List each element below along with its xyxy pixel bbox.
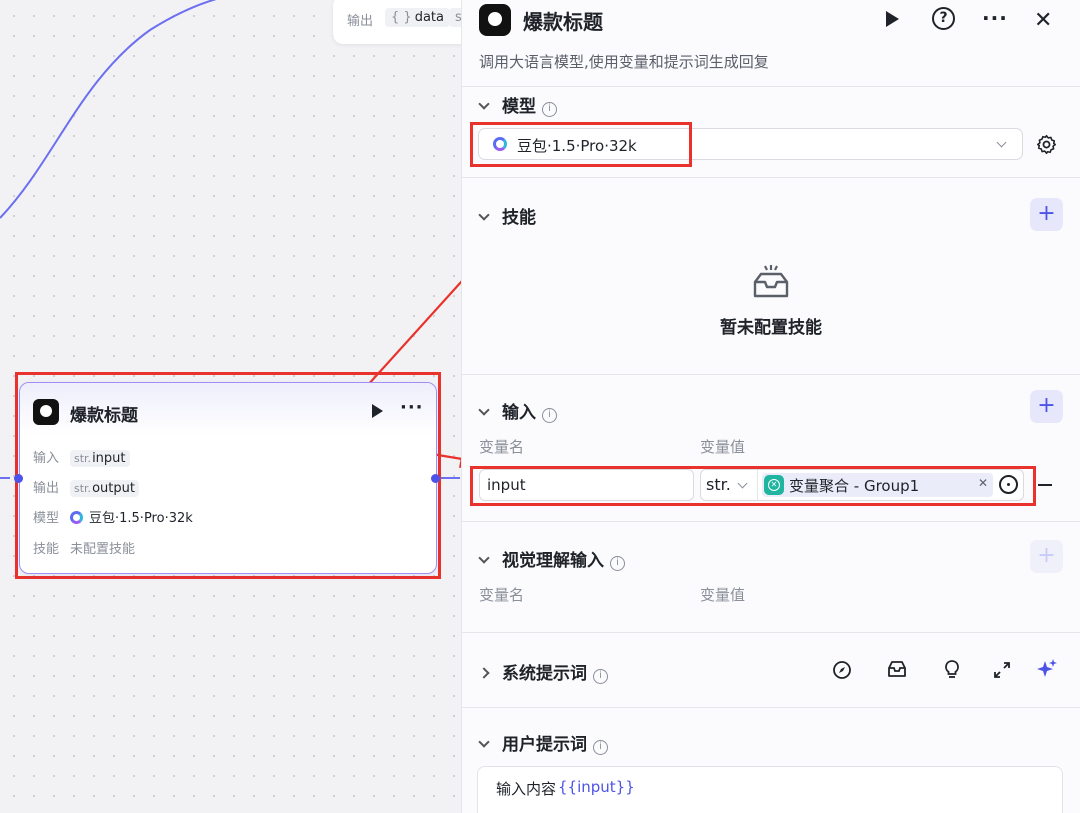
divider (462, 86, 1080, 87)
divider (462, 177, 1080, 178)
node-skills-label: 技能 (33, 542, 60, 557)
node-output-row: 输出 str.output (33, 477, 139, 497)
add-vision-input-button[interactable]: + (1030, 540, 1063, 573)
type-prefix: str. (74, 452, 92, 465)
chevron-down-icon (478, 98, 490, 110)
node-model-label: 模型 (33, 511, 60, 526)
user-prompt-label: 用户提示词 (502, 735, 587, 755)
lightbulb-icon[interactable] (943, 659, 961, 684)
input-section-header[interactable]: 输入 i (478, 398, 557, 424)
connection-edge (0, 0, 217, 219)
vision-col-value: 变量值 (700, 586, 746, 604)
model-highlight-box (470, 122, 692, 167)
model-settings-gear-icon[interactable] (1036, 134, 1057, 155)
upstream-output-label: 输出 (347, 14, 374, 29)
node-input-chip: str.input (70, 450, 130, 467)
divider (462, 521, 1080, 522)
user-prompt-var: {{input}} (558, 778, 635, 796)
info-icon[interactable]: i (542, 102, 557, 117)
user-prompt-section-header[interactable]: 用户提示词 i (478, 730, 608, 756)
panel-description: 调用大语言模型,使用变量和提示词生成回复 (479, 53, 769, 71)
chevron-down-icon (478, 736, 490, 748)
prompt-library-icon[interactable] (886, 659, 908, 683)
skills-section-header[interactable]: 技能 (478, 203, 536, 228)
chevron-down-icon (478, 404, 490, 416)
info-icon[interactable]: i (542, 408, 557, 423)
upstream-output-chip: { } data (385, 8, 450, 27)
run-icon[interactable] (886, 11, 899, 27)
upstream-output-name: data (414, 10, 444, 25)
skills-empty-text: 暂未配置技能 (720, 318, 822, 338)
info-icon[interactable]: i (593, 669, 608, 684)
node-output-label: 输出 (33, 481, 60, 496)
chevron-down-icon[interactable] (996, 137, 1007, 148)
node-skills-row: 技能 未配置技能 (33, 538, 135, 557)
object-type-icon: { } (391, 10, 412, 25)
input-section-label: 输入 (502, 403, 536, 423)
node-output-port[interactable] (431, 474, 440, 483)
compass-icon[interactable] (832, 660, 852, 684)
input-col-value: 变量值 (700, 438, 746, 456)
node-title: 爆款标题 (70, 406, 138, 426)
node-model-row: 模型 豆包·1.5·Pro·32k (33, 507, 193, 526)
system-prompt-section-header[interactable]: 系统提示词 i (478, 659, 608, 685)
type-prefix: str. (74, 482, 92, 495)
user-prompt-editor[interactable]: 输入内容 {{input}} (477, 766, 1063, 813)
input-col-name: 变量名 (479, 438, 525, 456)
empty-box-icon (751, 264, 791, 300)
expand-icon[interactable] (992, 660, 1012, 684)
add-input-button[interactable]: + (1030, 390, 1063, 423)
llm-node-card[interactable]: 爆款标题 ··· 输入 str.input 输出 str.output 模型 豆包·1… (19, 382, 437, 574)
remove-input-button[interactable] (1038, 484, 1052, 486)
model-section-label: 模型 (502, 97, 536, 117)
divider (462, 707, 1080, 708)
chevron-down-icon (478, 209, 490, 221)
model-section-header[interactable]: 模型 i (478, 92, 557, 118)
doubao-model-icon (70, 511, 83, 524)
divider (462, 374, 1080, 375)
divider (462, 632, 1080, 633)
info-icon[interactable]: i (593, 740, 608, 755)
node-input-name: input (92, 451, 126, 466)
node-skills-value: 未配置技能 (70, 542, 136, 557)
close-icon[interactable]: ✕ (1034, 8, 1052, 33)
panel-title[interactable]: 爆款标题 (523, 6, 603, 35)
chevron-right-icon (478, 667, 490, 679)
ai-sparkle-icon[interactable] (1036, 658, 1058, 684)
panel-logo-icon (479, 4, 511, 36)
vision-section-label: 视觉理解输入 (502, 551, 604, 571)
help-icon[interactable]: ? (932, 7, 955, 30)
node-input-port[interactable] (14, 474, 23, 483)
vision-col-name: 变量名 (479, 586, 525, 604)
node-input-label: 输入 (33, 451, 60, 466)
system-prompt-label: 系统提示词 (502, 664, 587, 684)
user-prompt-text: 输入内容 (496, 780, 557, 798)
add-skill-button[interactable]: + (1030, 198, 1063, 231)
node-input-row: 输入 str.input (33, 447, 130, 467)
run-icon[interactable] (372, 404, 383, 418)
upstream-node-card[interactable]: 输出 { }data str (333, 0, 473, 44)
node-model-value: 豆包·1.5·Pro·32k (89, 511, 193, 526)
node-logo-icon (33, 399, 59, 425)
more-icon[interactable]: ··· (400, 397, 424, 418)
node-output-name: output (92, 481, 135, 496)
more-icon[interactable]: ··· (982, 6, 1008, 30)
skills-section-label: 技能 (502, 208, 536, 228)
vision-section-header[interactable]: 视觉理解输入 i (478, 546, 625, 572)
input-highlight-box (470, 466, 1036, 506)
chevron-down-icon (478, 552, 490, 564)
node-output-chip: str.output (70, 480, 139, 497)
info-icon[interactable]: i (610, 556, 625, 571)
